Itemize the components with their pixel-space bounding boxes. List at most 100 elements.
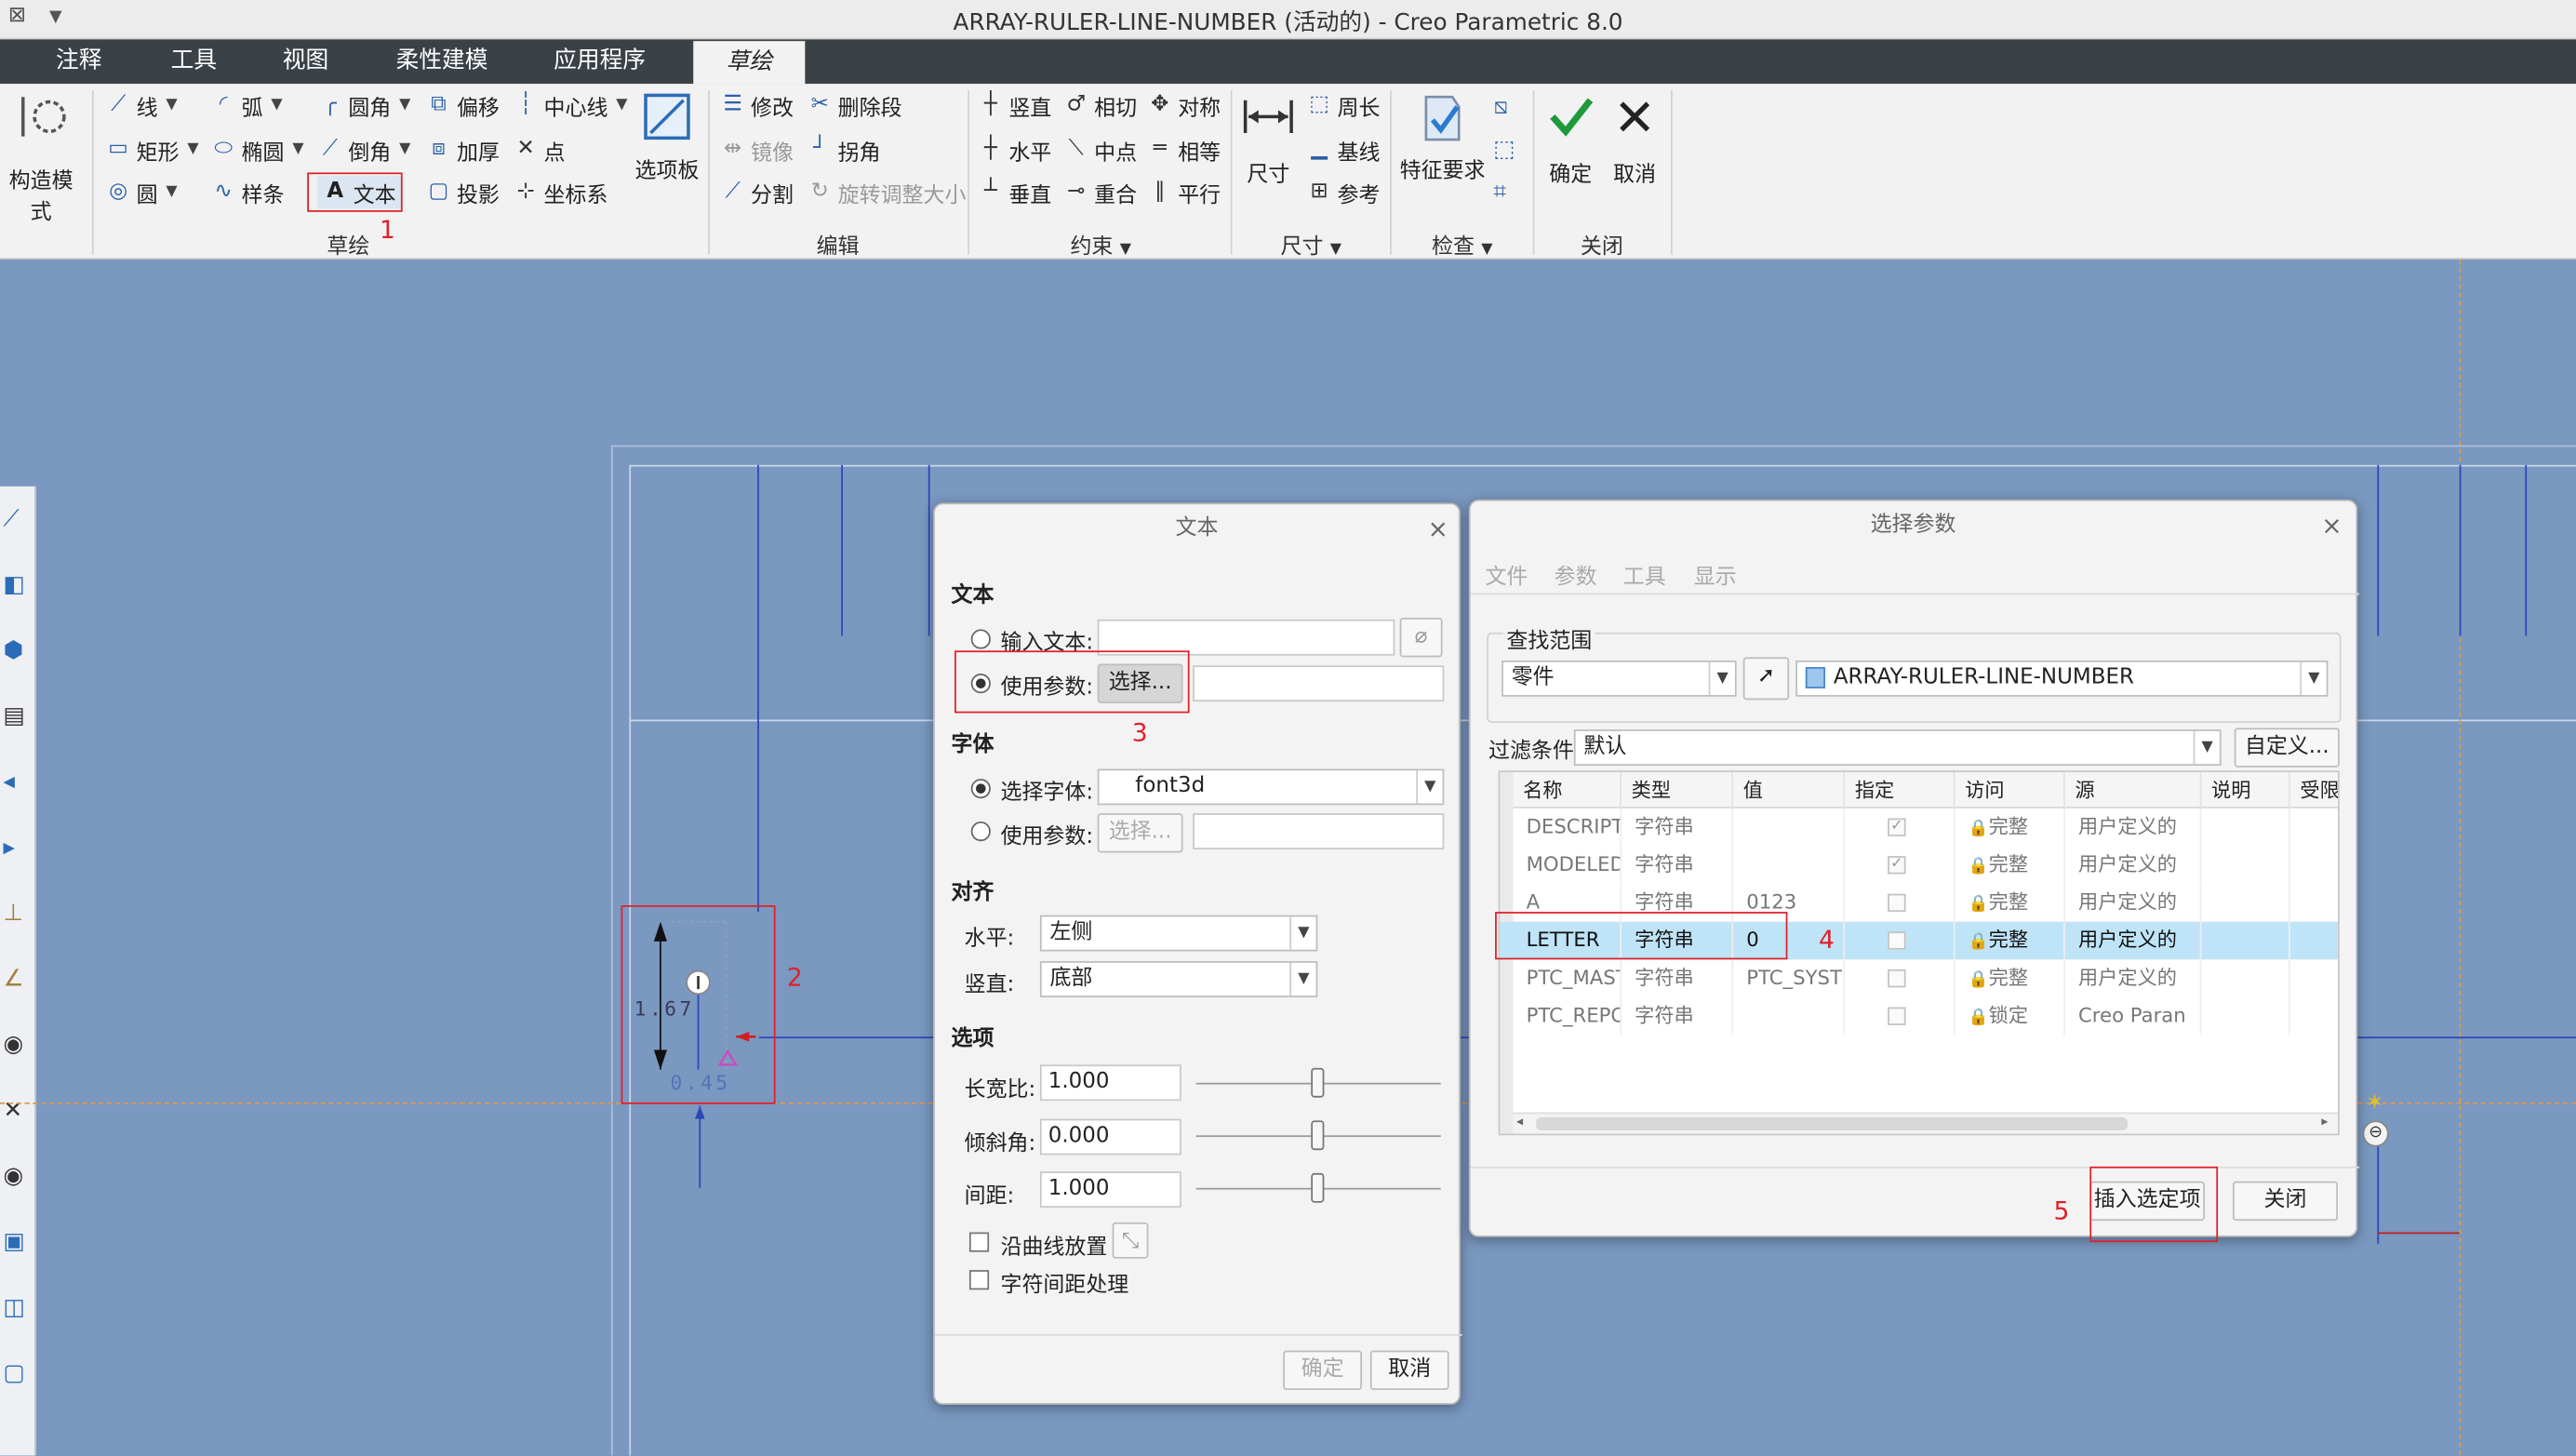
scroll-left-icon[interactable]: ◂ [1516,1114,1523,1129]
param-close-button[interactable]: 关闭 [2232,1181,2339,1222]
vertical-align-select[interactable]: 底部 ▼ [1039,961,1318,997]
slant-angle-slider-handle[interactable] [1311,1120,1325,1151]
circle-button[interactable]: ◎ 圆 ▼ [105,176,177,208]
menu-display[interactable]: 显示 [1694,558,1737,590]
plane-arrow-icon[interactable]: ▸ [4,835,15,861]
palette-button[interactable]: 选项板 [631,90,703,184]
eye-icon[interactable]: ◉ [4,1032,24,1058]
baseline-button[interactable]: ▁ 基线 [1306,133,1380,166]
slant-angle-field[interactable]: 0.000 [1039,1118,1181,1155]
constrain-group-label[interactable]: 约束 ▼ [1068,228,1134,260]
along-curve-checkbox[interactable] [968,1232,990,1252]
aspect-ratio-field[interactable]: 1.000 [1039,1064,1181,1102]
fillet-button[interactable]: ╭ 圆角 ▼ [317,88,410,121]
close-icon[interactable]: × [1428,514,1448,544]
solid-icon[interactable]: ⬢ [4,637,24,663]
param-value-field[interactable] [1193,665,1445,702]
symmetric-constraint-button[interactable]: ✥ 对称 [1147,88,1221,121]
menu-file[interactable]: 文件 [1485,558,1528,590]
mirror-button[interactable]: ⇹ 镜像 [720,133,794,166]
designated-checkbox[interactable] [1888,1007,1906,1025]
menu-tools[interactable]: 工具 [1623,558,1666,590]
spacing-slider-handle[interactable] [1311,1172,1325,1203]
overlap-icon[interactable]: ⧅ [1493,94,1508,120]
perpendicular-constraint-button[interactable]: ┴ 垂直 [978,176,1051,208]
select-font-param-button[interactable]: 选择... [1097,813,1183,853]
box-icon[interactable]: ▣ [4,1229,25,1255]
project-button[interactable]: ▢ 投影 [425,176,500,208]
point-display-icon[interactable]: ✕ [4,1098,23,1124]
eye-dim-icon[interactable]: ◉ [4,1163,24,1189]
column-header[interactable]: 类型 [1622,772,1734,808]
horizontal-scrollbar[interactable]: ◂ ▸ [1513,1112,2339,1134]
arc-button[interactable]: ◜ 弧 ▼ [210,88,283,121]
shaded-box-icon[interactable]: ◫ [4,1295,25,1321]
close-icon[interactable]: × [2321,511,2342,541]
rotate-resize-button[interactable]: ↻ 旋转调整大小 [807,176,967,208]
thicken-button[interactable]: ⧈ 加厚 [425,133,500,166]
table-row[interactable]: PTC_MAST 字符串 PTC_SYSTE 🔒完整 用户定义的 [1500,959,2338,997]
modify-button[interactable]: ☰ 修改 [720,88,794,121]
tab-sketch[interactable]: 草绘 [693,41,806,85]
open-ends-icon[interactable]: ⌗ [1493,179,1506,205]
line-button[interactable]: ⟋ 线 ▼ [105,88,178,121]
menu-parameters[interactable]: 参数 [1555,558,1597,590]
tab-flexible-modeling[interactable]: 柔性建模 [378,39,506,84]
wire-box-icon[interactable]: ▢ [4,1360,25,1386]
shade-closed-icon[interactable]: ⬚ [1493,137,1515,163]
horizontal-align-select[interactable]: 左侧 ▼ [1039,915,1318,952]
delete-segment-button[interactable]: ✂ 删除段 [807,88,902,121]
flip-direction-button[interactable]: ⤡ [1112,1222,1149,1259]
tab-tools[interactable]: 工具 [148,39,240,84]
vertical-constraint-button[interactable]: ┼ 竖直 [978,88,1051,121]
reference-button[interactable]: ⊞ 参考 [1306,176,1380,208]
csys-display-icon[interactable]: ∠ [4,966,24,992]
coincident-constraint-button[interactable]: ⊸ 重合 [1063,176,1137,208]
use-param-font-radio[interactable] [970,822,991,842]
midpoint-constraint-button[interactable]: ⟍ 中点 [1063,133,1137,166]
kerning-checkbox[interactable] [968,1270,990,1290]
model-select[interactable]: ARRAY-RULER-LINE-NUMBER ▼ [1795,660,2329,697]
tab-view[interactable]: 视图 [260,39,352,84]
filter-select[interactable]: 默认 ▼ [1573,729,2222,766]
table-row[interactable]: PTC_REPO 字符串 🔒锁定 Creo Paran [1500,996,2338,1035]
font-select[interactable]: font3d ▼ [1097,768,1445,806]
column-header[interactable]: 说明 [2201,772,2290,808]
column-header[interactable]: 访问 [1955,772,2065,808]
axis-icon[interactable]: ⊥ [4,901,24,927]
csys-button[interactable]: ⊹ 坐标系 [513,176,607,208]
parallel-constraint-button[interactable]: ∥ 平行 [1147,176,1221,208]
sketch-view-icon[interactable]: ⟋ [4,506,20,532]
dimension-handle-icon[interactable]: ⊖ [2362,1120,2389,1147]
font-param-field[interactable] [1193,813,1445,850]
column-header[interactable]: 名称 [1513,772,1622,808]
column-header[interactable]: 值 [1733,772,1846,808]
text-symbol-button[interactable]: ⌀ [1399,618,1443,658]
column-header[interactable]: 指定 [1845,772,1955,808]
plane-left-icon[interactable]: ◂ [4,768,15,795]
feature-requirements-button[interactable]: 特征要求 [1396,90,1488,184]
scrollbar-thumb[interactable] [1536,1116,2128,1131]
ok-button[interactable]: 确定 [1542,90,1601,187]
offset-button[interactable]: ⧉ 偏移 [425,88,500,121]
chamfer-button[interactable]: ⟋ 倒角 ▼ [317,133,410,166]
corner-button[interactable]: ┘ 拐角 [807,133,880,166]
text-dialog-ok-button[interactable]: 确定 [1283,1350,1363,1391]
spline-button[interactable]: ∿ 样条 [210,176,285,208]
designated-checkbox[interactable] [1888,893,1906,913]
tab-annotate[interactable]: 注释 [33,39,125,84]
divide-button[interactable]: ⟋ 分割 [720,176,794,208]
rectangle-button[interactable]: ▭ 矩形 ▼ [105,133,198,166]
column-header[interactable]: 源 [2064,772,2202,808]
select-font-radio[interactable] [970,779,991,799]
text-dialog-cancel-button[interactable]: 取消 [1369,1350,1449,1391]
dimension-group-label[interactable]: 尺寸 ▼ [1278,228,1344,260]
cube-icon[interactable]: ◧ [4,572,25,598]
designated-checkbox[interactable] [1888,968,1906,988]
customize-button[interactable]: 自定义... [2234,728,2340,768]
spacing-field[interactable]: 1.000 [1039,1171,1181,1209]
construction-mode-button[interactable]: 构造模式 [0,90,82,225]
scope-select[interactable]: 零件 ▼ [1502,660,1737,697]
perimeter-button[interactable]: ⬚ 周长 [1306,88,1380,121]
designated-checkbox[interactable]: ✓ [1888,856,1906,875]
